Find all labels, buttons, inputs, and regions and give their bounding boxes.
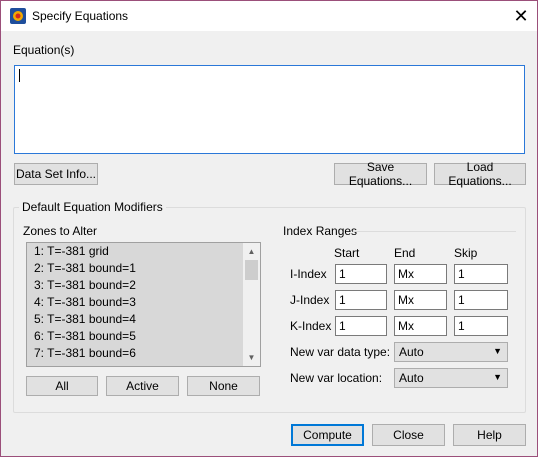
list-item[interactable]: 4: T=-381 bound=3 <box>27 294 243 311</box>
select-active-zones-button[interactable]: Active <box>106 376 179 396</box>
chevron-down-icon: ▼ <box>493 346 502 356</box>
data-set-info-button[interactable]: Data Set Info... <box>14 163 98 185</box>
title-bar: Specify Equations ✕ <box>1 1 537 31</box>
scroll-thumb[interactable] <box>245 260 258 280</box>
select-no-zones-button[interactable]: None <box>187 376 260 396</box>
j-index-skip-input[interactable] <box>454 290 508 310</box>
end-column-header: End <box>394 246 416 260</box>
index-ranges-divider <box>353 231 516 232</box>
data-type-selected-value: Auto <box>399 345 424 359</box>
equations-input[interactable] <box>14 65 525 154</box>
new-var-data-type-select[interactable]: Auto ▼ <box>394 342 508 362</box>
load-equations-button[interactable]: Load Equations... <box>434 160 526 188</box>
new-var-location-label: New var location: <box>290 371 383 385</box>
scroll-up-icon[interactable]: ▲ <box>243 243 260 260</box>
j-index-end-input[interactable] <box>394 290 447 310</box>
i-index-end-input[interactable] <box>394 264 447 284</box>
list-item[interactable]: 5: T=-381 bound=4 <box>27 311 243 328</box>
i-index-start-input[interactable] <box>335 264 387 284</box>
list-item[interactable]: 6: T=-381 bound=5 <box>27 328 243 345</box>
zones-list: 1: T=-381 grid 2: T=-381 bound=1 3: T=-3… <box>27 243 243 362</box>
window-title: Specify Equations <box>32 9 129 23</box>
k-index-start-input[interactable] <box>335 316 387 336</box>
save-equations-button[interactable]: Save Equations... <box>334 160 427 188</box>
j-index-label: J-Index <box>290 293 330 307</box>
compute-button[interactable]: Compute <box>291 424 364 446</box>
specify-equations-dialog: Specify Equations ✕ Equation(s) Data Set… <box>0 0 538 457</box>
select-all-zones-button[interactable]: All <box>26 376 98 396</box>
list-item[interactable]: 3: T=-381 bound=2 <box>27 277 243 294</box>
i-index-skip-input[interactable] <box>454 264 508 284</box>
k-index-label: K-Index <box>290 319 332 333</box>
new-var-data-type-label: New var data type: <box>290 345 391 359</box>
k-index-skip-input[interactable] <box>454 316 508 336</box>
list-item[interactable]: 1: T=-381 grid <box>27 243 243 260</box>
zones-scrollbar[interactable]: ▲ ▼ <box>243 243 260 366</box>
help-button[interactable]: Help <box>453 424 526 446</box>
start-column-header: Start <box>334 246 360 260</box>
zones-to-alter-label: Zones to Alter <box>23 224 98 238</box>
location-selected-value: Auto <box>399 371 424 385</box>
close-window-icon[interactable]: ✕ <box>507 5 535 27</box>
scroll-down-icon[interactable]: ▼ <box>243 349 260 366</box>
k-index-end-input[interactable] <box>394 316 447 336</box>
list-item[interactable]: 2: T=-381 bound=1 <box>27 260 243 277</box>
new-var-location-select[interactable]: Auto ▼ <box>394 368 508 388</box>
list-item[interactable]: 7: T=-381 bound=6 <box>27 345 243 362</box>
i-index-label: I-Index <box>290 267 327 281</box>
j-index-start-input[interactable] <box>335 290 387 310</box>
tecplot-app-icon <box>10 8 26 24</box>
equations-label: Equation(s) <box>13 43 75 57</box>
zones-listbox[interactable]: 1: T=-381 grid 2: T=-381 bound=1 3: T=-3… <box>26 242 261 367</box>
text-caret <box>19 69 20 82</box>
index-ranges-title: Index Ranges <box>283 224 358 238</box>
modifiers-group-title: Default Equation Modifiers <box>19 200 166 214</box>
chevron-down-icon: ▼ <box>493 372 502 382</box>
close-button[interactable]: Close <box>372 424 445 446</box>
skip-column-header: Skip <box>454 246 478 260</box>
